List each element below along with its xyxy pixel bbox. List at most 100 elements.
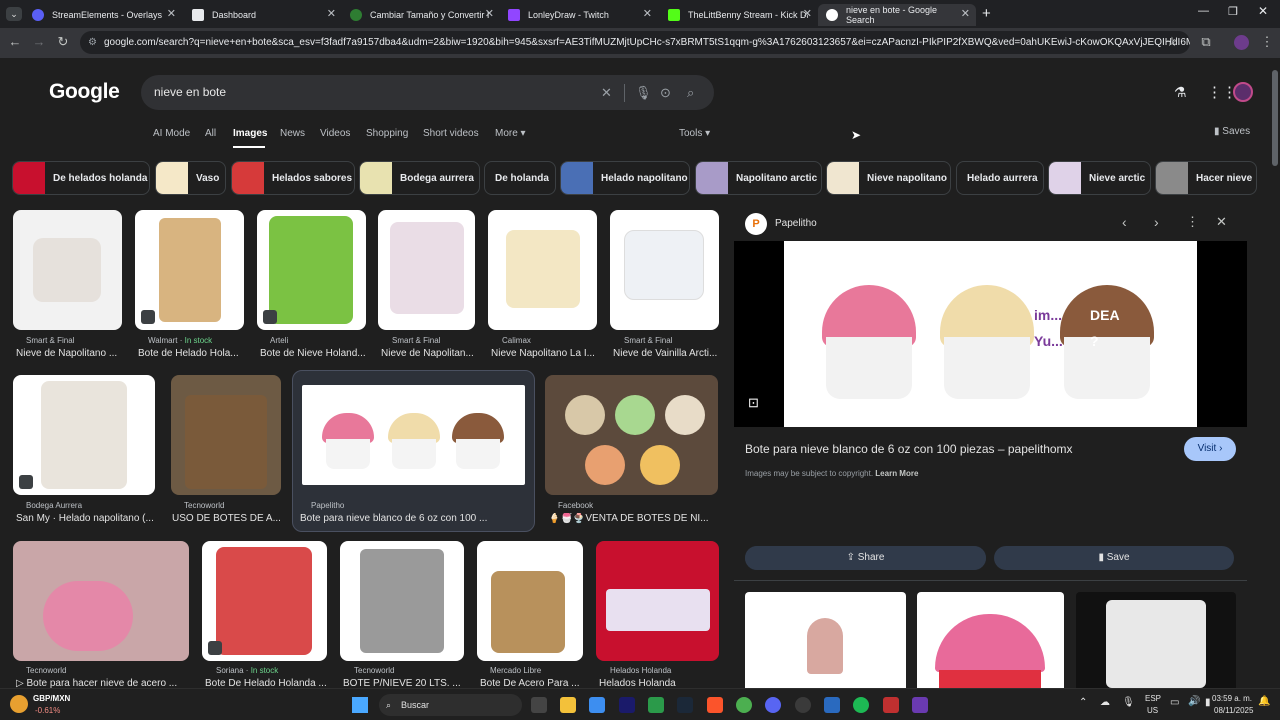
learn-more-link[interactable]: Learn More <box>875 469 918 478</box>
save-button[interactable]: ▮ Save <box>994 546 1234 570</box>
result-title[interactable]: Nieve de Vainilla Arcti... <box>613 348 719 359</box>
tab-short-videos[interactable]: Short videos <box>423 128 479 139</box>
tab-search-icon[interactable]: ⌄ <box>6 7 22 21</box>
chip-helado-napolitano[interactable]: Helado napolitano <box>560 161 690 195</box>
clear-icon[interactable]: ✕ <box>601 75 612 110</box>
preview-image-frame[interactable]: im... DEA Yu... ? ⊡ <box>734 241 1247 427</box>
result-image[interactable] <box>13 541 189 661</box>
minimize-button[interactable]: — <box>1198 5 1209 17</box>
result-image[interactable] <box>477 541 583 661</box>
app-icon[interactable] <box>883 697 899 713</box>
spotify-icon[interactable] <box>853 697 869 713</box>
mic-tray-icon[interactable]: 🎙 <box>1122 697 1135 708</box>
related-image[interactable] <box>745 592 906 688</box>
close-window-button[interactable]: ✕ <box>1258 4 1268 18</box>
maximize-button[interactable]: ❐ <box>1228 5 1238 18</box>
search-icon[interactable]: ⌕ <box>687 75 694 110</box>
tools-button[interactable]: Tools ▾ <box>679 128 710 139</box>
app-icon[interactable] <box>824 697 840 713</box>
result-title[interactable]: Bote De Helado Holanda ... <box>205 678 327 688</box>
tray-chevron-icon[interactable]: ⌃ <box>1079 697 1087 708</box>
result-title[interactable]: Helados Holanda <box>599 678 719 688</box>
url-field[interactable]: ⚙ google.com/search?q=nieve+en+bote&sca_e… <box>80 31 1190 54</box>
related-image[interactable] <box>917 592 1064 688</box>
tab-google-search[interactable]: nieve en bote - Google Search ✕ <box>818 4 976 26</box>
result-image[interactable] <box>488 210 597 330</box>
result-image[interactable] <box>135 210 244 330</box>
more-options-icon[interactable]: ⋮ <box>1186 214 1199 230</box>
chip-helados-sabores[interactable]: Helados sabores <box>231 161 355 195</box>
tab-dashboard[interactable]: Dashboard ✕ <box>184 4 342 26</box>
result-title[interactable]: Bote para nieve blanco de 6 oz con 100 .… <box>300 513 525 524</box>
chip-de-helados-holanda[interactable]: De helados holanda <box>12 161 150 195</box>
search-input[interactable]: nieve en bote ✕ 🎙 ⊙ ⌕ <box>141 75 714 110</box>
account-avatar[interactable] <box>1233 82 1253 102</box>
close-tab-icon[interactable]: ✕ <box>167 7 176 20</box>
prev-image-icon[interactable]: ‹ <box>1122 214 1127 230</box>
panel-title[interactable]: Bote para nieve blanco de 6 oz con 100 p… <box>745 442 1073 456</box>
next-image-icon[interactable]: › <box>1154 214 1159 230</box>
close-tab-icon[interactable]: ✕ <box>327 7 336 20</box>
obs-icon[interactable] <box>795 697 811 713</box>
related-image[interactable] <box>1076 592 1236 688</box>
tray-app-icon[interactable]: ☁ <box>1100 697 1110 708</box>
lens-icon[interactable]: ⊙ <box>660 75 671 110</box>
ticker-label[interactable]: GBP/MXN <box>33 694 70 703</box>
tab-streamelements[interactable]: StreamElements - Overlays ✕ <box>24 4 182 26</box>
tab-more[interactable]: More ▾ <box>495 128 526 139</box>
tab-news[interactable]: News <box>280 128 305 139</box>
result-image[interactable] <box>610 210 719 330</box>
language-indicator[interactable]: ESP <box>1145 694 1161 703</box>
clock-time[interactable]: 03:59 a. m. <box>1212 694 1252 703</box>
result-image[interactable] <box>340 541 464 661</box>
result-image-selected[interactable] <box>302 385 525 485</box>
site-info-icon[interactable]: ⚙ <box>88 31 97 54</box>
close-tab-icon[interactable]: ✕ <box>961 7 970 20</box>
tab-images[interactable]: Images <box>233 128 267 139</box>
close-tab-icon[interactable]: ✕ <box>803 7 812 20</box>
extensions-icon[interactable]: ⧉ <box>1197 34 1215 50</box>
menu-dots-icon[interactable]: ⋮ <box>1258 34 1276 50</box>
chip-bodega-aurrera[interactable]: Bodega aurrera <box>359 161 480 195</box>
result-title[interactable]: Bote de Nieve Holand... <box>260 348 366 359</box>
result-title[interactable]: San My · Helado napolitano (... <box>16 513 155 524</box>
result-image[interactable] <box>202 541 327 661</box>
taskbar-search-box[interactable]: ⌕ Buscar <box>379 694 522 716</box>
task-view-icon[interactable] <box>531 697 547 713</box>
result-title[interactable]: Bote de Helado Hola... <box>138 348 244 359</box>
discord-icon[interactable] <box>765 697 781 713</box>
forward-arrow-icon[interactable]: → <box>30 34 48 49</box>
back-arrow-icon[interactable]: ← <box>6 34 24 49</box>
result-title[interactable]: Nieve de Napolitan... <box>381 348 475 359</box>
saves-button[interactable]: ▮ Saves <box>1214 126 1250 137</box>
share-button[interactable]: ⇪ Share <box>745 546 986 570</box>
tab-videos[interactable]: Videos <box>320 128 350 139</box>
result-image[interactable] <box>596 541 719 661</box>
result-title[interactable]: 🍦🍧🍨VENTA DE BOTES DE NI... <box>548 513 718 524</box>
reload-icon[interactable]: ↻ <box>54 34 72 50</box>
brave-icon[interactable] <box>707 697 723 713</box>
close-tab-icon[interactable]: ✕ <box>643 7 652 20</box>
chip-vaso[interactable]: Vaso <box>155 161 226 195</box>
profile-avatar[interactable] <box>1234 35 1249 50</box>
weather-widget-icon[interactable] <box>10 695 28 713</box>
chip-helado-aurrera[interactable]: Helado aurrera <box>956 161 1044 195</box>
result-title[interactable]: Nieve Napolitano La I... <box>491 348 597 359</box>
notification-icon[interactable]: 🔔 <box>1258 696 1270 707</box>
tab-ai-mode[interactable]: AI Mode <box>153 128 190 139</box>
premiere-icon[interactable] <box>619 697 635 713</box>
bookmark-star-icon[interactable]: ☆ <box>1163 34 1181 50</box>
app-icon[interactable] <box>912 697 928 713</box>
windows-start-icon[interactable] <box>352 697 368 713</box>
result-image[interactable] <box>171 375 281 495</box>
chip-hacer-nieve[interactable]: Hacer nieve <box>1155 161 1257 195</box>
store-icon[interactable] <box>589 697 605 713</box>
steam-icon[interactable] <box>677 697 693 713</box>
chip-de-holanda[interactable]: De holanda <box>484 161 556 195</box>
google-logo[interactable]: Google <box>49 80 120 104</box>
result-image[interactable] <box>13 375 155 495</box>
result-title[interactable]: Bote De Acero Para ... <box>480 678 583 688</box>
result-image[interactable] <box>13 210 122 330</box>
lens-search-icon[interactable]: ⊡ <box>748 395 759 411</box>
result-image[interactable] <box>378 210 475 330</box>
